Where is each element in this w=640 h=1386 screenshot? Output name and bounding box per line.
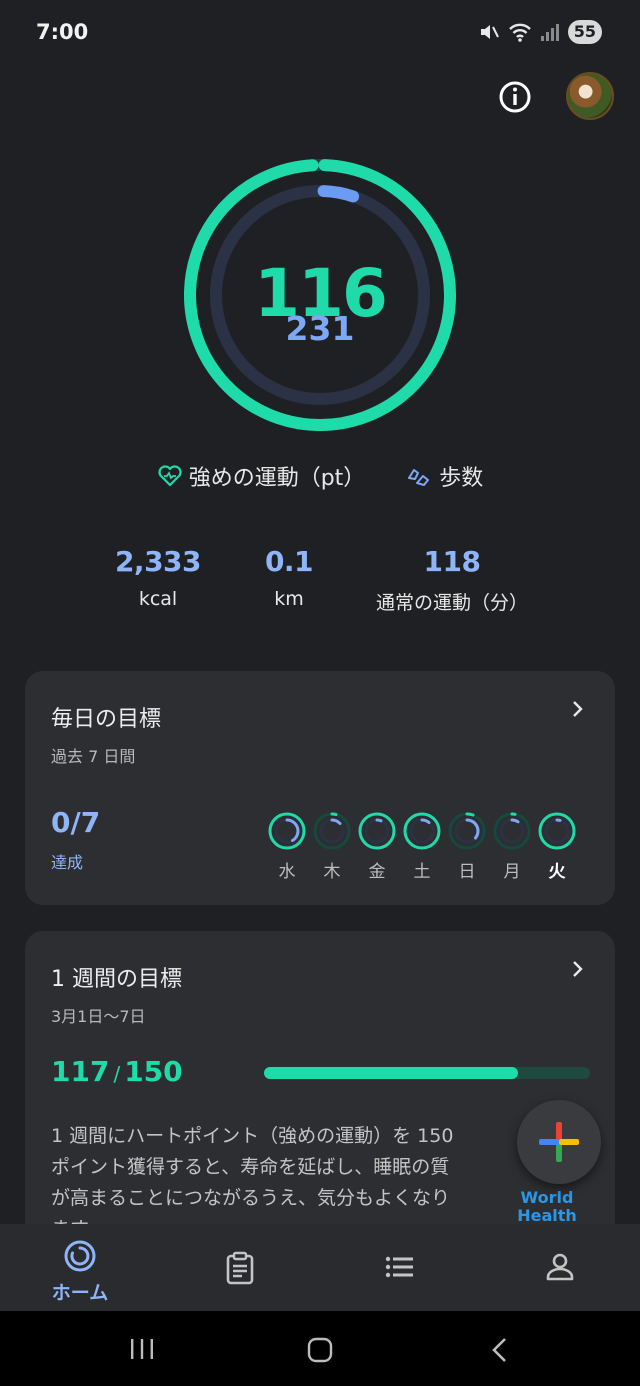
- chevron-right-icon: [573, 961, 583, 977]
- day-ring-icon: [448, 812, 486, 850]
- weekly-goal-target: 150: [124, 1055, 183, 1088]
- stat-value: 0.1: [264, 545, 314, 578]
- home-button-icon[interactable]: [306, 1337, 334, 1363]
- day-ring-icon: [358, 812, 396, 850]
- stat-label: 通常の運動（分）: [375, 592, 528, 614]
- day-ring-icon: [538, 812, 576, 850]
- ring-legend: 強めの運動（pt） 歩数: [0, 460, 640, 492]
- day-label: 水: [278, 862, 296, 882]
- day-tue-today[interactable]: 火: [535, 811, 579, 882]
- weekly-goal-progress: 117/150: [51, 1055, 183, 1088]
- day-ring-icon: [403, 812, 441, 850]
- day-label: 月: [503, 862, 521, 882]
- add-activity-button[interactable]: [517, 1100, 601, 1184]
- day-sun[interactable]: 日: [445, 811, 489, 882]
- stat-label: kcal: [138, 588, 178, 610]
- legend-heart-points: 強めの運動（pt）: [157, 460, 366, 492]
- status-bar: 7:00 55: [0, 0, 640, 64]
- nav-journal[interactable]: [190, 1250, 290, 1286]
- nav-browse[interactable]: [350, 1252, 450, 1282]
- clipboard-icon: [226, 1251, 254, 1285]
- stat-label: km: [274, 588, 304, 610]
- day-ring-icon: [313, 812, 351, 850]
- weekly-goal-subtitle: 3月1日〜7日: [51, 1007, 146, 1026]
- wifi-icon: [508, 21, 532, 43]
- day-label: 日: [458, 862, 476, 882]
- nav-profile[interactable]: [510, 1250, 610, 1284]
- activity-rings[interactable]: 116 231: [180, 155, 460, 435]
- weekly-progress-fill: [264, 1067, 519, 1079]
- plus-icon: [539, 1122, 579, 1162]
- info-icon: [499, 81, 531, 113]
- nav-home[interactable]: ホーム: [30, 1238, 130, 1305]
- system-navigation-bar: [0, 1311, 640, 1386]
- daily-goal-days: 水 木 金 土 日 月 火: [265, 811, 585, 883]
- recent-apps-icon[interactable]: [128, 1337, 156, 1361]
- legend-heart-points-label: 強めの運動（pt）: [188, 466, 366, 491]
- summary-stats: 2,333 kcal 0.1 km 118 通常の運動（分）: [0, 545, 640, 625]
- legend-steps: 歩数: [405, 460, 483, 492]
- weekly-goal-separator: /: [113, 1062, 121, 1086]
- stat-value: 118: [423, 545, 481, 578]
- day-ring-icon: [268, 812, 306, 850]
- footsteps-icon: [408, 469, 430, 486]
- daily-goal-subtitle: 過去 7 日間: [51, 747, 136, 766]
- stat-calories: 2,333 kcal: [108, 545, 208, 610]
- person-icon: [546, 1253, 574, 1281]
- stat-value: 2,333: [114, 545, 202, 578]
- status-icons: 55: [478, 20, 602, 44]
- nav-home-label: ホーム: [51, 1282, 109, 1304]
- app-screen: 7:00 55 116 231 強めの運動（pt） 歩数 2,333 kcal …: [0, 0, 640, 1386]
- legend-steps-label: 歩数: [439, 466, 484, 491]
- day-label: 木: [323, 862, 341, 882]
- profile-avatar[interactable]: [566, 72, 614, 120]
- daily-goal-count: 0/7: [51, 806, 101, 839]
- weekly-goal-current: 117: [51, 1055, 110, 1088]
- day-wed[interactable]: 水: [265, 811, 309, 882]
- day-fri[interactable]: 金: [355, 811, 399, 882]
- weekly-goal-card[interactable]: 1 週間の目標 3月1日〜7日 117/150 1 週間にハートポイント（強めの…: [25, 931, 615, 1251]
- battery-indicator: 55: [567, 20, 602, 44]
- day-mon[interactable]: 月: [490, 811, 534, 882]
- day-label: 土: [413, 862, 431, 882]
- daily-goal-card[interactable]: 毎日の目標 過去 7 日間 0/7 達成 水 木 金 土 日 月 火: [25, 671, 615, 905]
- stat-move-minutes: 118 通常の運動（分）: [352, 545, 552, 615]
- daily-goal-count-label: 達成: [51, 853, 84, 872]
- steps-value: 231: [285, 309, 355, 348]
- day-thu[interactable]: 木: [310, 811, 354, 882]
- mute-icon: [478, 21, 500, 43]
- day-label: 金: [368, 862, 386, 882]
- list-icon: [385, 1256, 413, 1278]
- day-label: 火: [548, 862, 566, 882]
- signal-icon: [540, 22, 560, 42]
- home-rings-icon: [64, 1240, 96, 1272]
- daily-goal-title: 毎日の目標: [51, 707, 162, 732]
- back-button-icon[interactable]: [488, 1337, 512, 1363]
- day-ring-icon: [493, 812, 531, 850]
- bottom-navigation: ホーム: [0, 1224, 640, 1311]
- info-button[interactable]: [496, 78, 534, 116]
- chevron-right-icon: [573, 701, 583, 717]
- heart-icon: [158, 465, 182, 487]
- weekly-goal-title: 1 週間の目標: [51, 967, 182, 992]
- day-sat[interactable]: 土: [400, 811, 444, 882]
- weekly-progress-bar: [264, 1067, 590, 1079]
- stat-distance: 0.1 km: [244, 545, 334, 610]
- status-time: 7:00: [36, 20, 89, 44]
